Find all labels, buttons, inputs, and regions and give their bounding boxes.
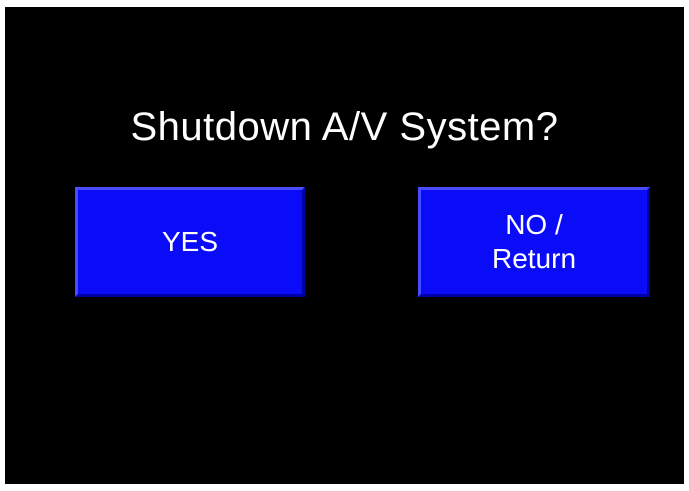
yes-button[interactable]: YES bbox=[75, 187, 305, 297]
yes-button-label: YES bbox=[161, 226, 219, 257]
dialog-title: Shutdown A/V System? bbox=[130, 105, 559, 149]
no-return-button[interactable]: NO / Return bbox=[418, 187, 650, 297]
no-return-button-label: NO / Return bbox=[491, 209, 577, 274]
shutdown-dialog: Shutdown A/V System? YES NO / Return bbox=[5, 7, 684, 484]
